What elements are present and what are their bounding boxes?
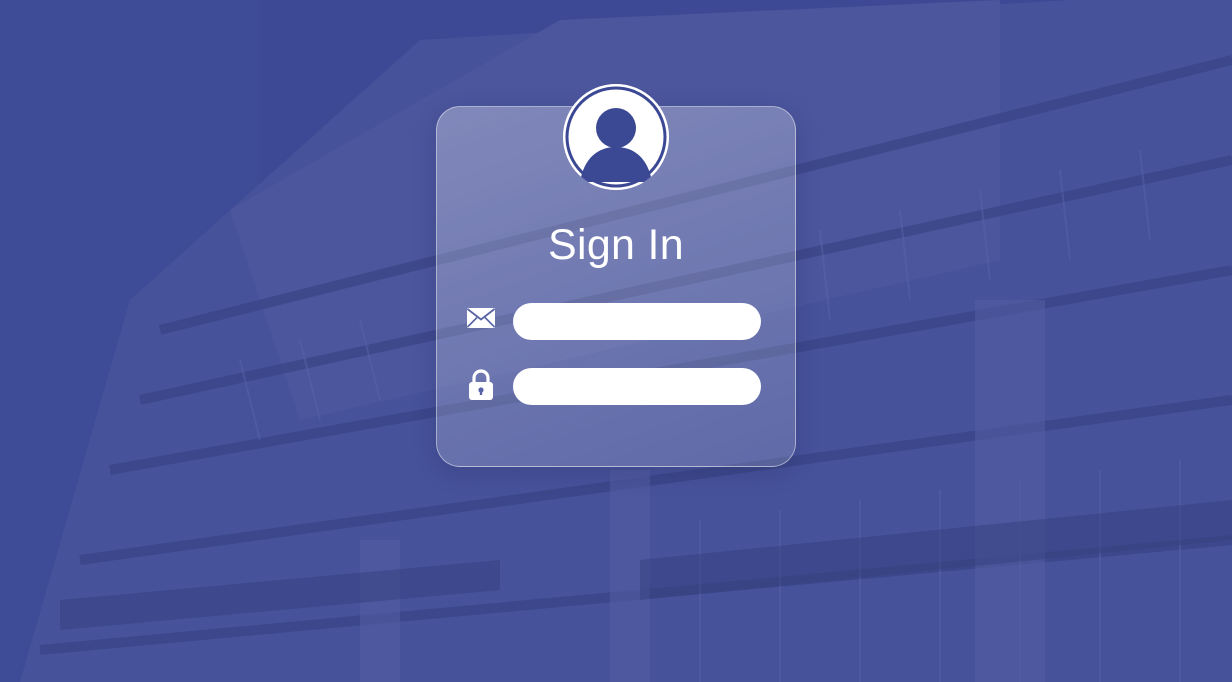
email-input[interactable]	[513, 303, 761, 340]
user-avatar-icon	[563, 84, 669, 190]
envelope-icon	[466, 308, 496, 328]
lock-icon	[469, 369, 493, 400]
sign-in-title: Sign In	[548, 221, 684, 269]
password-input[interactable]	[513, 368, 761, 405]
